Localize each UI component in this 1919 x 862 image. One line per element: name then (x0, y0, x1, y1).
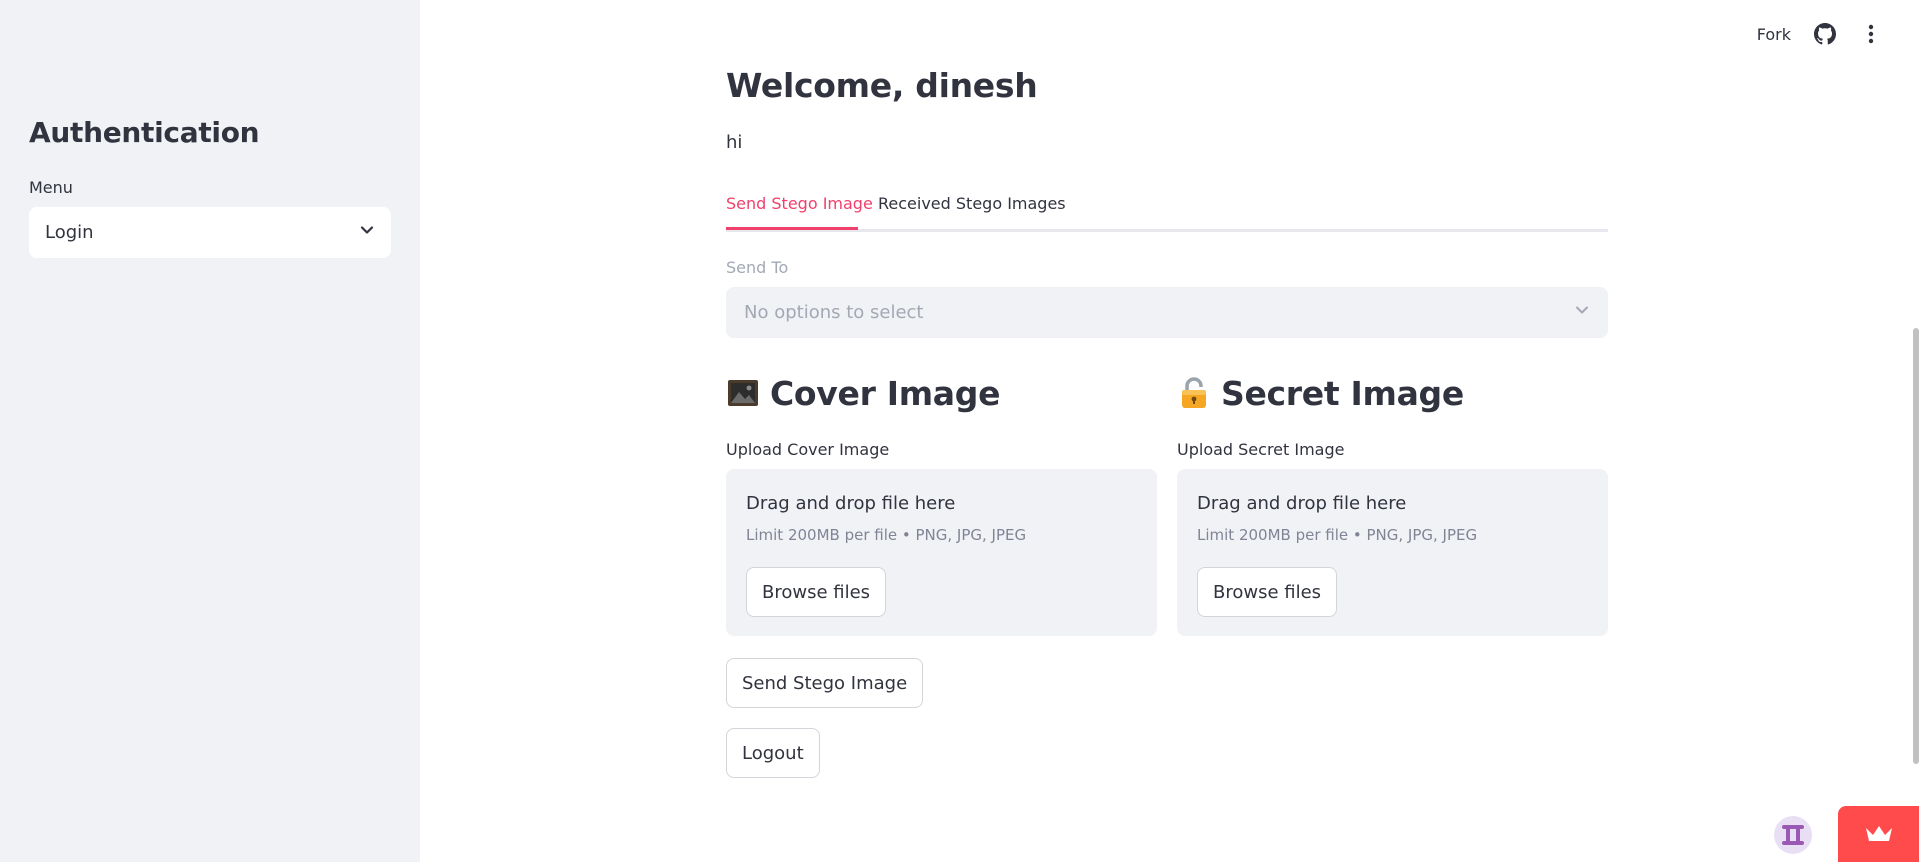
framed-picture-icon (726, 376, 760, 410)
logout-button[interactable]: Logout (726, 728, 820, 778)
github-icon[interactable] (1813, 22, 1837, 46)
lock-icon (1177, 376, 1211, 410)
secret-image-title: Secret Image (1221, 373, 1464, 413)
cover-image-title: Cover Image (770, 373, 1001, 413)
menu-select[interactable]: Login (29, 207, 391, 258)
menu-label: Menu (29, 178, 73, 197)
menu-select-value: Login (45, 222, 94, 243)
more-vertical-icon[interactable] (1859, 22, 1883, 46)
send-to-placeholder: No options to select (744, 302, 924, 323)
secret-dropzone[interactable]: Drag and drop file here Limit 200MB per … (1177, 469, 1608, 636)
page-title: Welcome, dinesh (726, 66, 1038, 105)
active-tab-indicator (726, 227, 858, 230)
tab-received-stego-images[interactable]: Received Stego Images (878, 194, 1066, 213)
sidebar: Authentication Menu Login (0, 0, 420, 862)
secret-dropzone-title: Drag and drop file here (1197, 493, 1407, 514)
fork-link[interactable]: Fork (1757, 25, 1791, 44)
cover-browse-files-button[interactable]: Browse files (746, 567, 887, 617)
avatar[interactable] (1774, 816, 1812, 854)
chevron-down-icon (359, 222, 375, 243)
tab-bar: Send Stego Image Received Stego Images (726, 190, 1608, 232)
send-to-label: Send To (726, 258, 789, 277)
cover-dropzone[interactable]: Drag and drop file here Limit 200MB per … (726, 469, 1157, 636)
crown-icon[interactable] (1838, 806, 1919, 862)
top-toolbar: Fork (1757, 22, 1883, 46)
secret-upload-label: Upload Secret Image (1177, 440, 1345, 459)
secret-image-heading: Secret Image (1177, 370, 1608, 416)
chevron-down-icon (1574, 302, 1590, 323)
secret-browse-files-button[interactable]: Browse files (1197, 567, 1338, 617)
tab-send-stego-image[interactable]: Send Stego Image (726, 194, 873, 213)
secret-dropzone-limits: Limit 200MB per file • PNG, JPG, JPEG (1197, 526, 1478, 544)
cover-image-section: Cover Image Upload Cover Image Drag and … (726, 370, 1157, 636)
sidebar-title: Authentication (29, 116, 260, 149)
greeting-text: hi (726, 132, 743, 153)
send-stego-image-button[interactable]: Send Stego Image (726, 658, 924, 708)
scrollbar[interactable] (1913, 328, 1919, 764)
secret-image-section: Secret Image Upload Secret Image Drag an… (1177, 370, 1608, 636)
cover-upload-label: Upload Cover Image (726, 440, 890, 459)
cover-image-heading: Cover Image (726, 370, 1157, 416)
send-to-select[interactable]: No options to select (726, 287, 1608, 338)
cover-dropzone-limits: Limit 200MB per file • PNG, JPG, JPEG (746, 526, 1027, 544)
cover-dropzone-title: Drag and drop file here (746, 493, 956, 514)
